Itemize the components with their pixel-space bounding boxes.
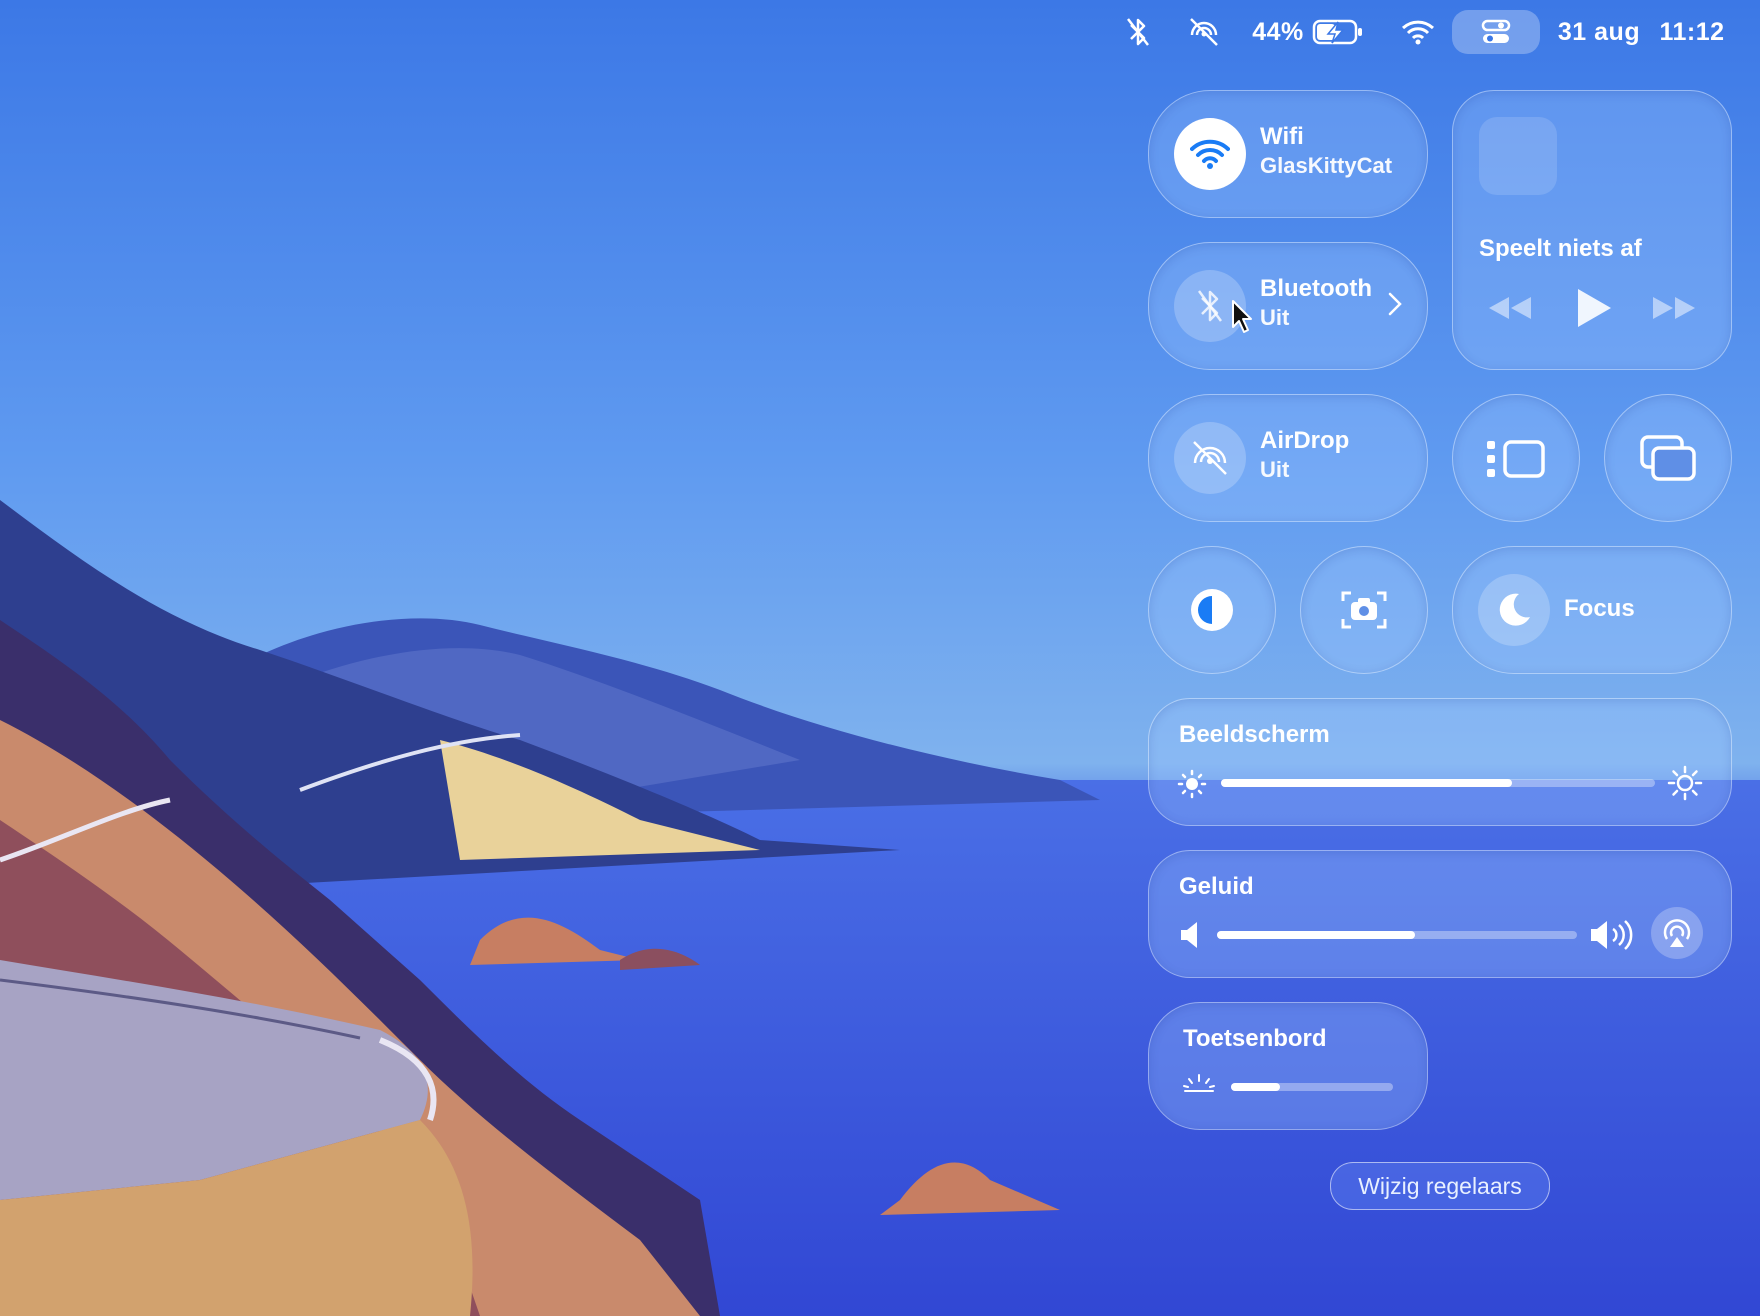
stage-manager-button[interactable] bbox=[1452, 394, 1580, 522]
album-art-placeholder bbox=[1479, 117, 1557, 195]
battery-percent: 44% bbox=[1252, 17, 1304, 46]
bluetooth-status: Uit bbox=[1260, 305, 1290, 330]
mouse-cursor-icon bbox=[1231, 299, 1255, 340]
now-playing-tile[interactable]: Speelt niets af bbox=[1452, 90, 1732, 370]
menu-bar: 44% 31 aug 11:12 bbox=[0, 0, 1760, 64]
brightness-high-icon bbox=[1667, 765, 1703, 806]
volume-low-icon bbox=[1179, 919, 1203, 956]
keyboard-backlight-icon bbox=[1183, 1073, 1215, 1100]
wifi-tile[interactable]: Wifi GlasKittyCat bbox=[1148, 90, 1428, 218]
wifi-title: Wifi bbox=[1260, 123, 1304, 150]
screen-mirroring-icon bbox=[1640, 435, 1696, 486]
volume-slider[interactable] bbox=[1217, 931, 1577, 939]
now-playing-label: Speelt niets af bbox=[1479, 235, 1642, 262]
menubar-date[interactable]: 31 aug bbox=[1556, 10, 1642, 54]
dark-mode-button[interactable] bbox=[1148, 546, 1276, 674]
chevron-right-icon[interactable] bbox=[1387, 291, 1403, 322]
airdrop-off-icon[interactable] bbox=[1174, 422, 1246, 494]
play-icon[interactable] bbox=[1575, 287, 1613, 334]
moon-icon[interactable] bbox=[1478, 574, 1550, 646]
display-title: Beeldscherm bbox=[1179, 721, 1330, 748]
rewind-icon[interactable] bbox=[1487, 293, 1533, 328]
airdrop-status: Uit bbox=[1260, 457, 1290, 482]
screenshot-button[interactable] bbox=[1300, 546, 1428, 674]
wifi-menu-icon[interactable] bbox=[1396, 10, 1440, 54]
airplay-audio-icon[interactable] bbox=[1651, 907, 1703, 959]
wifi-icon[interactable] bbox=[1174, 118, 1246, 190]
volume-high-icon bbox=[1589, 917, 1635, 958]
fast-forward-icon[interactable] bbox=[1651, 293, 1697, 328]
edit-controls-button[interactable]: Wijzig regelaars bbox=[1330, 1162, 1550, 1210]
airdrop-title: AirDrop bbox=[1260, 427, 1350, 454]
keyboard-module: Toetsenbord bbox=[1148, 1002, 1428, 1130]
keyboard-brightness-slider-fill bbox=[1231, 1083, 1280, 1091]
airdrop-menu-icon[interactable] bbox=[1182, 10, 1226, 54]
keyboard-brightness-slider[interactable] bbox=[1231, 1083, 1393, 1091]
display-module: Beeldscherm bbox=[1148, 698, 1732, 826]
sound-title: Geluid bbox=[1179, 873, 1254, 900]
battery-charging-icon[interactable] bbox=[1310, 10, 1366, 54]
control-center-menu-icon[interactable] bbox=[1452, 10, 1540, 54]
brightness-slider-fill bbox=[1221, 779, 1512, 787]
contrast-icon bbox=[1188, 586, 1236, 639]
brightness-low-icon bbox=[1177, 769, 1207, 804]
bluetooth-tile[interactable]: Bluetooth Uit bbox=[1148, 242, 1428, 370]
screen-mirroring-button[interactable] bbox=[1604, 394, 1732, 522]
focus-label: Focus bbox=[1564, 595, 1635, 622]
menubar-time[interactable]: 11:12 bbox=[1654, 10, 1730, 54]
sound-module: Geluid bbox=[1148, 850, 1732, 978]
stage-manager-icon bbox=[1487, 439, 1545, 484]
focus-tile[interactable]: Focus bbox=[1452, 546, 1732, 674]
airdrop-tile[interactable]: AirDrop Uit bbox=[1148, 394, 1428, 522]
wifi-network: GlasKittyCat bbox=[1260, 153, 1393, 178]
keyboard-title: Toetsenbord bbox=[1183, 1025, 1327, 1052]
brightness-slider[interactable] bbox=[1221, 779, 1655, 787]
screenshot-icon bbox=[1341, 589, 1387, 636]
bluetooth-menu-icon[interactable] bbox=[1118, 10, 1158, 54]
bluetooth-title: Bluetooth bbox=[1260, 275, 1372, 302]
volume-slider-fill bbox=[1217, 931, 1415, 939]
